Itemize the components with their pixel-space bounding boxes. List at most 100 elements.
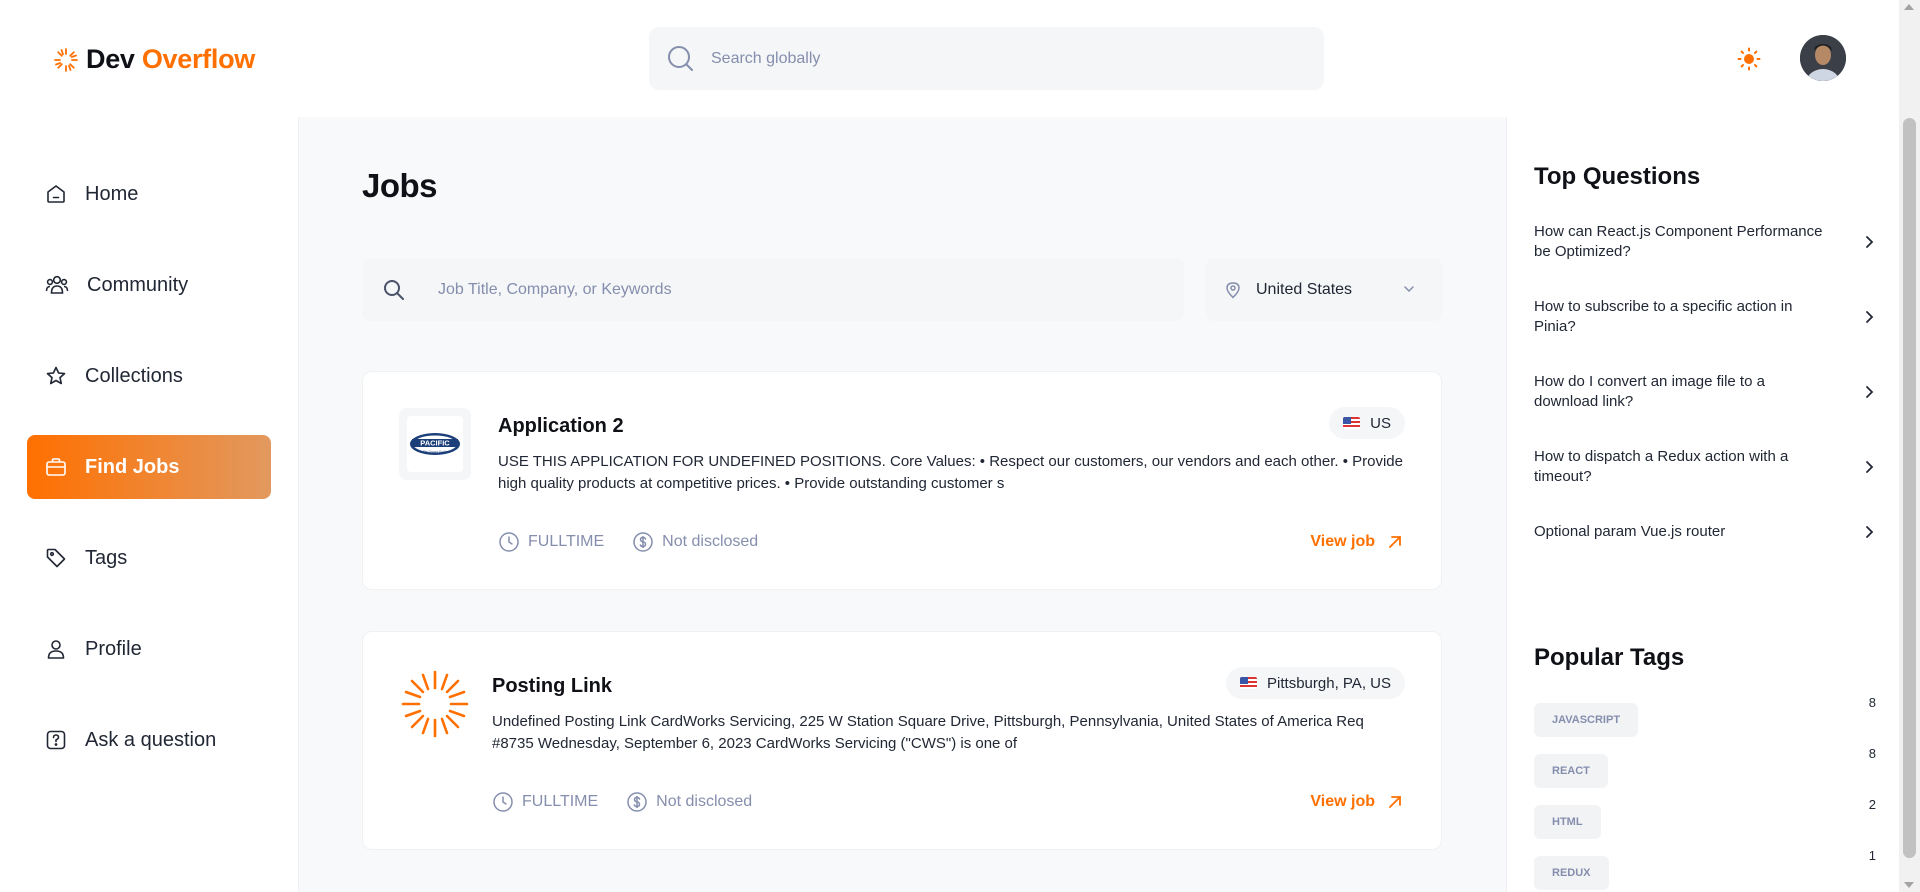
job-search-input[interactable] [438,280,1138,299]
top-question-item[interactable]: How can React.js Component Performance b… [1534,222,1876,262]
tag-html[interactable]: HTML [1534,805,1601,839]
nav-label: Profile [85,637,142,660]
employment-type: FULLTIME [522,793,599,810]
tag-react[interactable]: REACT [1534,754,1608,788]
chevron-right-icon [1866,386,1874,398]
user-icon [47,640,65,659]
location-pin-icon [1226,281,1240,299]
nav-label: Community [87,273,189,296]
logo[interactable]: Dev Overflow [52,44,255,75]
view-job-label: View job [1310,533,1375,550]
job-card: Posting Link Pittsburgh, PA, US Undefine… [362,631,1442,850]
chevron-right-icon [1866,461,1874,473]
us-flag-icon [1343,417,1361,429]
job-description: Undefined Posting Link CardWorks Servici… [492,713,1364,752]
employment-type: FULLTIME [528,533,605,550]
user-avatar[interactable] [1800,35,1846,81]
arrow-up-right-icon [1389,796,1401,808]
location-badge-text: Pittsburgh, PA, US [1267,674,1391,692]
job-title[interactable]: Application 2 [498,415,624,438]
popular-tag-row: HTML 2 [1534,797,1876,839]
popular-tag-row: JAVASCRIPT 8 [1534,695,1876,737]
main-content: Jobs United States PACIFIC The [300,117,1505,892]
page-scrollbar[interactable] [1899,0,1920,892]
tag-count: 2 [1868,797,1876,812]
job-card: PACIFIC The Grocer Outlet Application 2 … [362,371,1442,590]
nav-label: Collections [85,364,183,387]
top-question-text: How to dispatch a Redux action with a ti… [1534,448,1789,485]
top-question-item[interactable]: How to dispatch a Redux action with a ti… [1534,447,1876,487]
popular-tag-row: REDUX 1 [1534,848,1876,890]
nav-item-collections[interactable]: Collections [27,344,271,408]
salary: Not disclosed [656,793,753,810]
clock-icon [499,532,519,552]
nav-item-find-jobs[interactable]: Find Jobs [27,435,271,499]
search-icon [384,279,404,300]
top-question-item[interactable]: Optional param Vue.js router [1534,522,1876,542]
top-question-item[interactable]: How to subscribe to a specific action in… [1534,297,1876,337]
logo-text-overflow: Overflow [141,44,255,74]
location-badge: Pittsburgh, PA, US [1226,667,1405,699]
clock-icon [493,792,513,812]
svg-text:PACIFIC: PACIFIC [420,439,450,448]
top-questions-title: Top Questions [1534,163,1701,190]
theme-toggle[interactable] [1734,44,1764,74]
global-search-bar[interactable] [649,27,1324,90]
svg-text:The Grocer Outlet: The Grocer Outlet [423,450,447,454]
tag-count: 8 [1868,695,1876,710]
arrow-up-right-icon [1389,536,1401,548]
nav-label: Find Jobs [85,455,180,478]
star-icon [46,366,66,385]
scroll-down-arrow-icon[interactable] [1904,882,1914,888]
top-question-item[interactable]: How do I convert an image file to a down… [1534,372,1876,412]
users-icon [45,275,69,294]
scroll-thumb[interactable] [1903,118,1916,858]
chevron-right-icon [1866,526,1874,538]
job-meta: FULLTIME Not disclosed [492,791,752,813]
top-question-text: Optional param Vue.js router [1534,523,1726,540]
nav-label: Ask a question [85,728,217,751]
nav-item-home[interactable]: Home [27,162,271,226]
logo-text-dev: Dev [86,44,135,74]
tag-redux[interactable]: REDUX [1534,856,1609,890]
tag-icon [46,548,66,568]
nav-item-ask-question[interactable]: Ask a question [27,708,271,772]
popular-tags-title: Popular Tags [1534,644,1685,671]
job-search-bar[interactable] [362,258,1184,321]
nav-label: Home [85,182,139,205]
chevron-down-icon [1404,286,1414,293]
location-select-value: United States [1256,280,1353,298]
global-search-input[interactable] [711,49,1271,68]
top-navbar: Dev Overflow [0,0,1899,117]
top-question-text: How can React.js Component Performance b… [1534,223,1823,260]
currency-icon [633,532,653,552]
company-logo: PACIFIC The Grocer Outlet [399,408,471,480]
salary: Not disclosed [662,533,759,550]
company-logo [399,668,471,740]
page-title: Jobs [362,167,438,204]
job-meta: FULLTIME Not disclosed [498,531,758,553]
view-job-link[interactable]: View job [1310,533,1403,551]
location-select[interactable]: United States [1206,258,1442,321]
home-icon [47,185,65,203]
left-sidebar: Home Community Collections Find Jobs Tag… [0,117,299,892]
location-badge: US [1329,407,1405,439]
tag-javascript[interactable]: JAVASCRIPT [1534,703,1639,737]
us-flag-icon [1240,677,1258,689]
sun-icon [1737,47,1761,71]
scroll-up-arrow-icon[interactable] [1904,4,1914,10]
sunburst-logo-icon [54,47,78,72]
job-title[interactable]: Posting Link [492,675,612,698]
top-question-text: How do I convert an image file to a down… [1534,373,1765,410]
currency-icon [627,792,647,812]
chevron-right-icon [1866,311,1874,323]
view-job-link[interactable]: View job [1310,793,1403,811]
nav-item-profile[interactable]: Profile [27,617,271,681]
nav-item-community[interactable]: Community [27,253,271,317]
popular-tag-row: REACT 8 [1534,746,1876,788]
nav-item-tags[interactable]: Tags [27,526,271,590]
view-job-label: View job [1310,793,1375,810]
search-icon [668,45,693,71]
right-sidebar: Top Questions How can React.js Component… [1506,117,1899,892]
nav-label: Tags [85,546,128,569]
